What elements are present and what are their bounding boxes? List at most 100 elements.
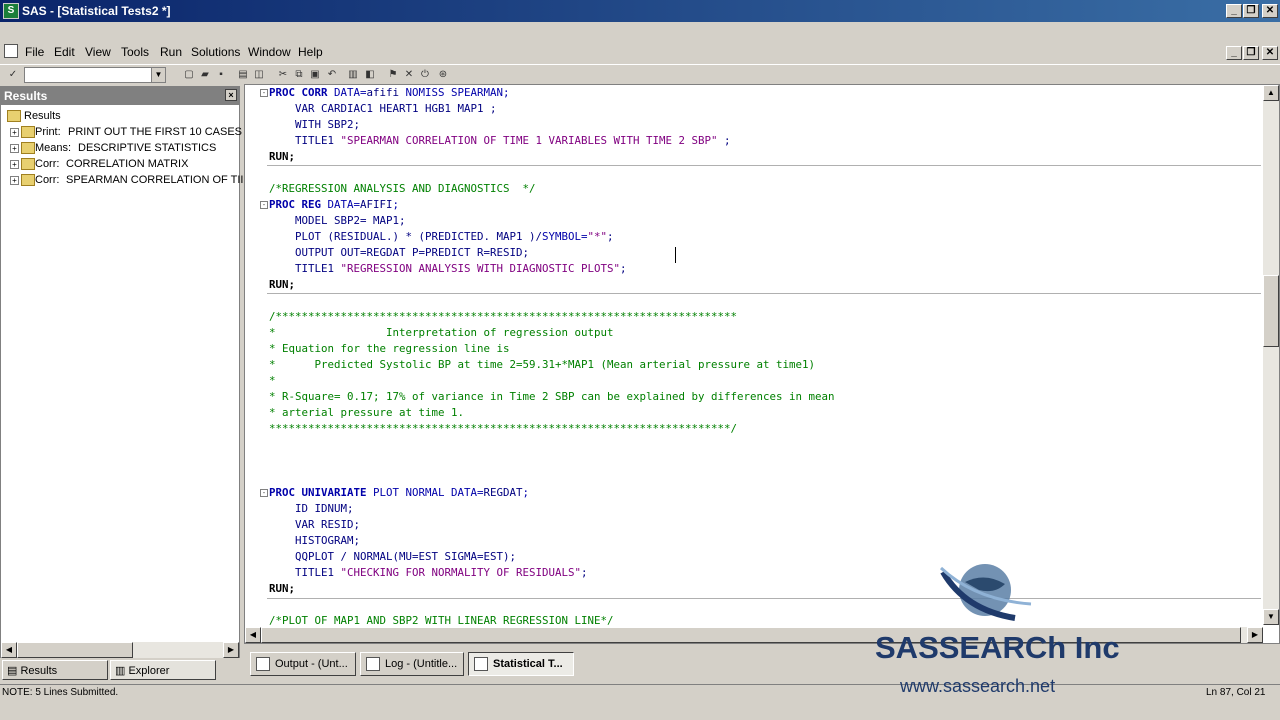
code-line: ID IDNUM;: [269, 502, 354, 515]
tree-item-prefix: Corr:: [35, 158, 60, 170]
collapse-icon[interactable]: -: [260, 489, 268, 497]
tab-statistical-tests-label: Statistical T...: [493, 658, 563, 670]
print-preview-icon[interactable]: ◫: [252, 68, 266, 81]
tab-statistical-tests[interactable]: Statistical T...: [468, 652, 574, 676]
tree-item-prefix: Print:: [35, 126, 61, 138]
tree-item-label: PRINT OUT THE FIRST 10 CASES: [68, 126, 243, 138]
code-line: /*PLOT OF MAP1 AND SBP2 WITH LINEAR REGR…: [269, 614, 614, 625]
code-line: RUN;: [269, 278, 296, 291]
code-line: RUN;: [269, 582, 296, 595]
log-window-icon: [366, 657, 380, 671]
code-line: VAR CARDIAC1 HEART1 HGB1 MAP1 ;: [269, 102, 497, 115]
expand-icon[interactable]: +: [10, 144, 19, 153]
scroll-up-icon[interactable]: ▲: [1263, 85, 1279, 101]
minimize-button[interactable]: _: [1226, 4, 1242, 18]
collapse-icon[interactable]: -: [260, 201, 268, 209]
copy-icon[interactable]: ⧉: [292, 68, 306, 81]
break-icon[interactable]: ⏻: [418, 68, 432, 81]
doc-close-button[interactable]: ✕: [1262, 46, 1278, 60]
menu-help[interactable]: Help: [298, 45, 323, 59]
paste-icon[interactable]: ▣: [308, 68, 322, 81]
program-editor[interactable]: - PROC CORR DATA=afifi NOMISS SPEARMAN; …: [244, 84, 1280, 644]
editor-window-icon: [474, 657, 488, 671]
tab-results-label: Results: [20, 665, 58, 677]
code-line: HISTOGRAM;: [269, 534, 361, 547]
tree-item-prefix: Means:: [35, 142, 72, 154]
scroll-left-icon[interactable]: ◀: [245, 627, 261, 643]
print-icon[interactable]: ▤: [236, 68, 250, 81]
results-horizontal-scrollbar[interactable]: ◀ ▶: [1, 642, 239, 658]
open-icon[interactable]: ▰: [198, 68, 212, 81]
folder-icon: [21, 126, 35, 138]
code-area[interactable]: - PROC CORR DATA=afifi NOMISS SPEARMAN; …: [245, 85, 1261, 625]
menu-tools[interactable]: Tools: [121, 45, 149, 59]
code-line: TITLE1 "SPEARMAN CORRELATION OF TIME 1 V…: [269, 134, 731, 147]
scroll-down-icon[interactable]: ▼: [1263, 609, 1279, 625]
collapse-icon[interactable]: -: [260, 89, 268, 97]
chevron-down-icon[interactable]: ▼: [151, 68, 165, 82]
results-tab-icon: ▤: [7, 665, 21, 677]
clear-all-icon[interactable]: ✕: [402, 68, 416, 81]
results-header-title: Results: [4, 89, 48, 103]
company-logo-url: www.sassearch.net: [900, 676, 1056, 696]
tree-item-prefix: Corr:: [35, 174, 60, 186]
tree-root-label: Results: [24, 110, 61, 122]
tab-log-label: Log - (Untitle...: [385, 658, 458, 670]
code-line: * R-Square= 0.17; 17% of variance in Tim…: [269, 390, 835, 403]
editor-vertical-thumb[interactable]: [1263, 275, 1279, 347]
document-icon[interactable]: [4, 44, 18, 58]
toolbar: ✓ ▼ ▢ ▰ ▪ ▤ ◫ ✂ ⧉ ▣ ↶ ▥ ◧ ⚑ ✕ ⏻ ⊛: [0, 64, 1280, 84]
new-icon[interactable]: ▢: [182, 68, 196, 81]
code-line: TITLE1 "CHECKING FOR NORMALITY OF RESIDU…: [269, 566, 588, 579]
menu-edit[interactable]: Edit: [54, 45, 75, 59]
new-library-icon[interactable]: ▥: [346, 68, 360, 81]
results-pane: Results × Results + Print: PRINT OUT THE…: [0, 86, 243, 658]
help-icon[interactable]: ⊛: [436, 68, 450, 81]
tree-item-label: CORRELATION MATRIX: [66, 158, 189, 170]
code-line: OUTPUT OUT=REGDAT P=PREDICT R=RESID;: [269, 246, 530, 259]
code-line: WITH SBP2;: [269, 118, 361, 131]
menu-solutions[interactable]: Solutions: [191, 45, 240, 59]
sas-app-icon[interactable]: S: [3, 3, 19, 19]
code-line: TITLE1 "REGRESSION ANALYSIS WITH DIAGNOS…: [269, 262, 627, 275]
check-icon[interactable]: ✓: [6, 68, 20, 81]
tab-output[interactable]: Output - (Unt...: [250, 652, 356, 676]
tab-output-label: Output - (Unt...: [275, 658, 348, 670]
output-window-icon: [256, 657, 270, 671]
code-line: ****************************************…: [269, 422, 738, 435]
expand-icon[interactable]: +: [10, 128, 19, 137]
tab-results[interactable]: ▤ Results: [2, 660, 108, 680]
menu-view[interactable]: View: [85, 45, 111, 59]
expand-icon[interactable]: +: [10, 160, 19, 169]
results-scroll-thumb[interactable]: [17, 642, 133, 658]
code-line: /***************************************…: [269, 310, 738, 323]
scroll-right-icon[interactable]: ▶: [223, 642, 239, 658]
scroll-right-icon[interactable]: ▶: [1247, 627, 1263, 643]
explorer-icon[interactable]: ◧: [363, 68, 377, 81]
command-box[interactable]: ▼: [24, 67, 166, 83]
expand-icon[interactable]: +: [10, 176, 19, 185]
submit-icon[interactable]: ⚑: [386, 68, 400, 81]
menu-window[interactable]: Window: [248, 45, 291, 59]
tree-item-label: DESCRIPTIVE STATISTICS: [78, 142, 217, 154]
status-note: NOTE: 5 Lines Submitted.: [2, 687, 119, 698]
tab-log[interactable]: Log - (Untitle...: [360, 652, 464, 676]
folder-icon: [21, 158, 35, 170]
save-icon[interactable]: ▪: [214, 68, 228, 81]
restore-button[interactable]: ❐: [1243, 4, 1259, 18]
cursor-position: Ln 87, Col 21: [1206, 687, 1266, 698]
close-button[interactable]: ✕: [1262, 4, 1278, 18]
doc-restore-button[interactable]: ❐: [1243, 46, 1259, 60]
doc-minimize-button[interactable]: _: [1226, 46, 1242, 60]
cut-icon[interactable]: ✂: [276, 68, 290, 81]
editor-vertical-scrollbar[interactable]: ▲ ▼: [1263, 85, 1279, 625]
menu-file[interactable]: File: [25, 45, 44, 59]
explorer-tab-icon: ▥: [115, 665, 129, 677]
scroll-left-icon[interactable]: ◀: [1, 642, 17, 658]
undo-icon[interactable]: ↶: [325, 68, 339, 81]
menu-run[interactable]: Run: [160, 45, 182, 59]
tab-explorer-label: Explorer: [128, 665, 170, 677]
results-close-icon[interactable]: ×: [225, 89, 237, 101]
tab-explorer[interactable]: ▥ Explorer: [110, 660, 216, 680]
code-line: PROC UNIVARIATE PLOT NORMAL DATA=REGDAT;: [269, 486, 530, 499]
